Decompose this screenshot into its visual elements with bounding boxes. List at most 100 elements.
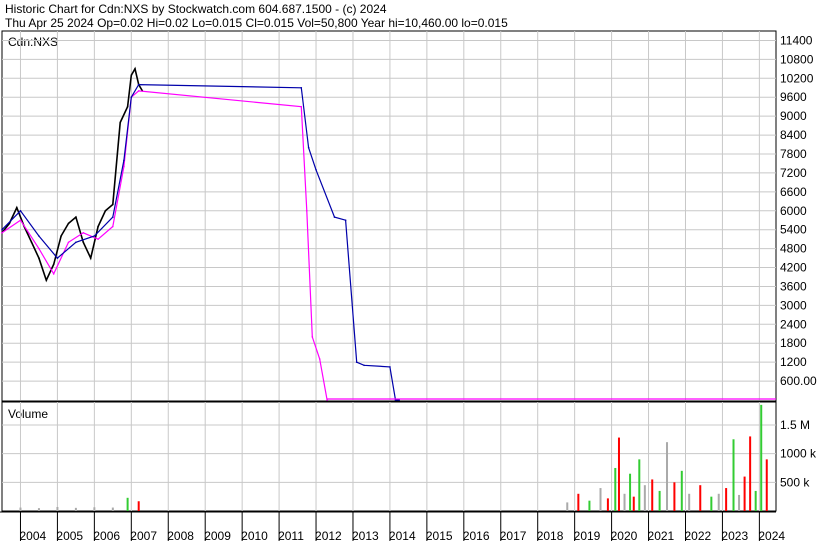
price-tick-label: 10200 xyxy=(780,71,814,85)
volume-bar xyxy=(738,494,741,511)
year-label: 2010 xyxy=(241,529,268,543)
price-panel-frame xyxy=(1,30,777,402)
volume-panel: Volume 500 k 1000 k 1.5 M xyxy=(1,401,817,512)
moving-average-point xyxy=(305,209,308,212)
year-label: 2007 xyxy=(130,529,157,543)
price-point xyxy=(75,216,77,218)
volume-bar xyxy=(588,500,591,511)
year-label: 2024 xyxy=(758,529,785,543)
moving-average-point xyxy=(38,247,40,250)
year-label: 2009 xyxy=(204,529,231,543)
price-point xyxy=(130,74,133,76)
price-tick-label: 1800 xyxy=(780,336,807,350)
stock-chart: Cdn:NXS 600.00 1200 1800 2400 3000 3600 4200 48… xyxy=(0,30,830,543)
moving-average-point xyxy=(130,96,133,99)
moving-average-point xyxy=(75,241,77,244)
volume-bar xyxy=(606,498,609,511)
price-tick-label: 1200 xyxy=(780,355,807,369)
moving-average-point xyxy=(52,273,55,275)
volume-bar xyxy=(749,436,752,511)
volume-bar xyxy=(699,485,702,511)
volume-bar xyxy=(74,507,77,511)
price-point xyxy=(82,241,85,244)
volume-bar xyxy=(643,485,646,511)
moving-average-point xyxy=(363,364,365,367)
moving-average-point xyxy=(137,83,140,86)
moving-average-point xyxy=(19,209,22,212)
price-point xyxy=(45,279,48,281)
year-label: 2020 xyxy=(611,529,638,543)
moving-average-point xyxy=(56,257,59,259)
price-point xyxy=(30,241,33,244)
volume-bar xyxy=(658,490,661,511)
moving-average-point xyxy=(318,358,321,360)
price-point xyxy=(52,263,55,266)
moving-average-point xyxy=(38,235,40,237)
volume-bar xyxy=(566,502,569,511)
volume-bar xyxy=(111,507,114,511)
volume-bar xyxy=(732,439,735,511)
volume-bar xyxy=(577,493,580,511)
moving-average-point xyxy=(112,225,114,228)
volume-bar xyxy=(623,493,626,511)
price-point xyxy=(38,257,40,259)
year-label: 2021 xyxy=(648,529,675,543)
year-label: 2005 xyxy=(56,529,83,543)
volume-bar xyxy=(688,493,691,511)
moving-average-point xyxy=(1,232,3,234)
price-tick-label: 5400 xyxy=(780,223,807,237)
moving-average-point xyxy=(311,336,314,338)
volume-bar xyxy=(673,482,676,511)
volume-bar xyxy=(599,488,602,511)
volume-bar xyxy=(617,437,620,511)
moving-average-point xyxy=(82,232,85,234)
volume-bar xyxy=(56,506,59,511)
volume-bar xyxy=(760,404,763,511)
moving-average-point xyxy=(307,146,310,149)
volume-bar xyxy=(717,493,720,511)
price-tick-label: 6600 xyxy=(780,185,807,199)
price-point xyxy=(60,235,62,237)
price-tick-label: 3600 xyxy=(780,279,807,293)
price-point xyxy=(97,225,99,228)
price-tick-label: 600.00 xyxy=(780,374,817,388)
moving-average-point xyxy=(300,86,303,89)
volume-tick-label: 500 k xyxy=(780,475,810,489)
year-label: 2014 xyxy=(389,529,416,543)
volume-bar xyxy=(710,496,713,511)
moving-average-point xyxy=(333,216,336,218)
moving-average-point xyxy=(389,366,391,368)
year-label: 2018 xyxy=(537,529,564,543)
moving-average-point xyxy=(300,105,303,108)
price-tick-label: 7800 xyxy=(780,147,807,161)
volume-tick-label: 1.5 M xyxy=(780,418,810,432)
price-panel: Cdn:NXS 600.00 1200 1800 2400 3000 3600 4200 48… xyxy=(1,30,817,402)
price-tick-label: 8400 xyxy=(780,128,807,142)
volume-bar xyxy=(614,467,617,511)
year-label: 2019 xyxy=(574,529,601,543)
volume-tick-label: 1000 k xyxy=(780,447,817,461)
volume-panel-title: Volume xyxy=(8,407,48,421)
volume-bar xyxy=(632,496,635,511)
year-label: 2012 xyxy=(315,529,342,543)
moving-average-point xyxy=(315,168,317,171)
volume-bar xyxy=(765,459,768,511)
price-tick-label: 4800 xyxy=(780,242,807,256)
volume-bar xyxy=(725,488,728,511)
moving-average-point xyxy=(112,216,114,218)
price-panel-title: Cdn:NXS xyxy=(8,35,58,49)
price-tick-label: 10800 xyxy=(780,52,814,66)
price-point xyxy=(89,257,92,259)
price-point xyxy=(67,222,70,225)
year-label: 2023 xyxy=(721,529,748,543)
year-label: 2016 xyxy=(463,529,490,543)
price-point xyxy=(104,209,107,212)
price-point xyxy=(112,203,114,206)
year-label: 2004 xyxy=(19,529,46,543)
price-point xyxy=(126,105,129,108)
price-tick-label: 6000 xyxy=(780,204,807,218)
price-tick-label: 7200 xyxy=(780,166,807,180)
volume-bar xyxy=(680,470,683,511)
moving-average-point xyxy=(355,361,358,363)
year-label: 2022 xyxy=(684,529,711,543)
